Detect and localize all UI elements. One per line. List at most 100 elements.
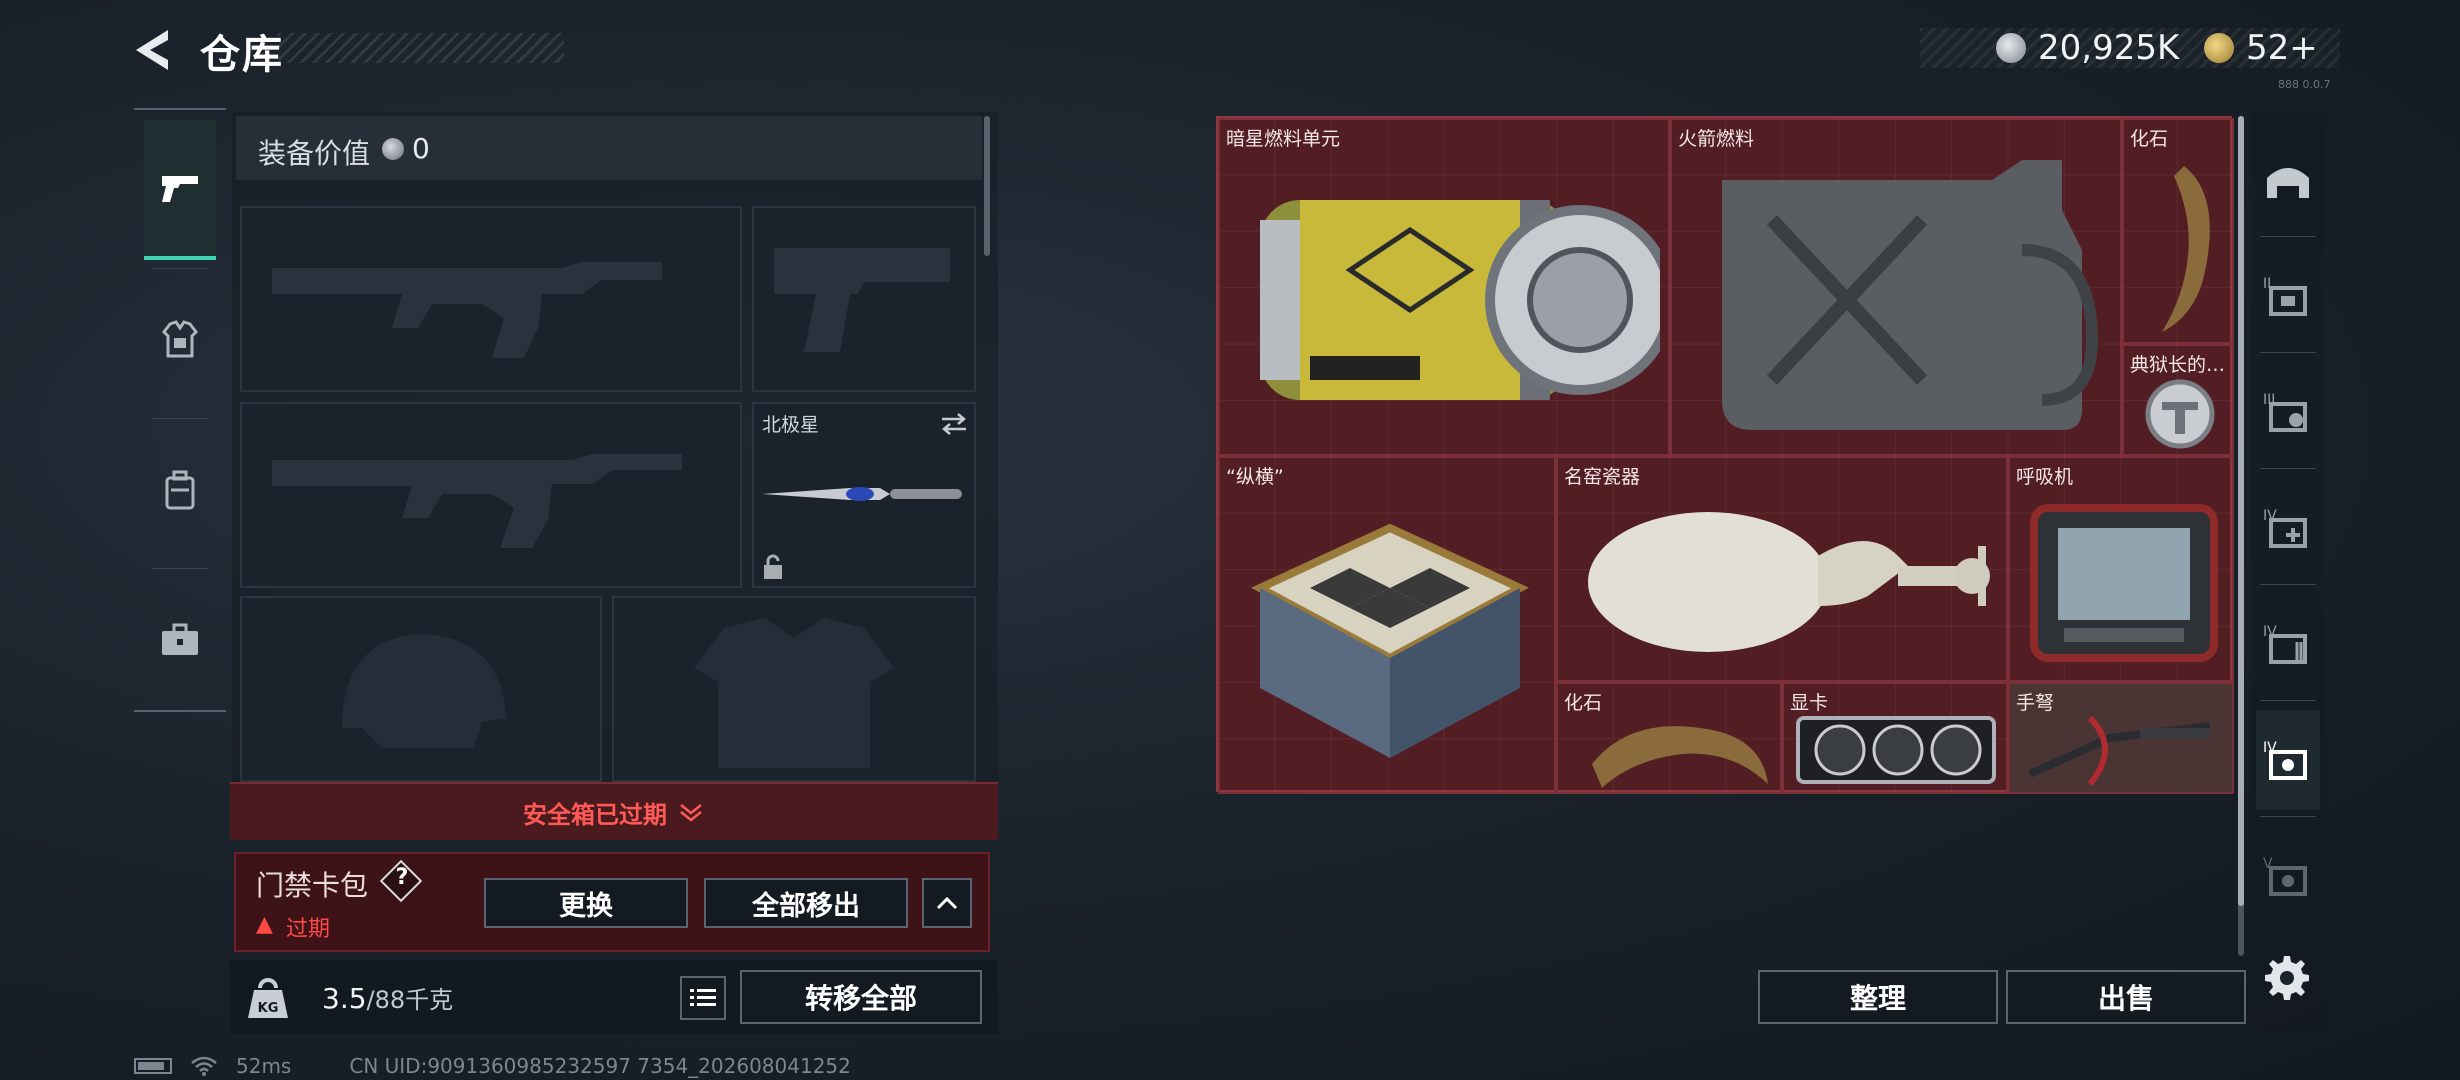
battery-icon: [134, 1058, 172, 1074]
tab-storage-3[interactable]: IV: [2256, 478, 2320, 578]
back-button[interactable]: [128, 26, 180, 74]
transfer-all-button[interactable]: 转移全部: [740, 970, 982, 1024]
backpack-icon: [165, 470, 195, 510]
back-arrow-icon: [136, 30, 168, 70]
storage-grid: 暗星燃料单元 火箭燃料 化石 典狱长的… “纵横” 名窑瓷器 呼吸机 化石 显卡…: [1216, 116, 2234, 794]
tab-storage-4[interactable]: IV: [2256, 594, 2320, 694]
storage-item[interactable]: 典狱长的…: [2122, 344, 2234, 456]
storage-box-icon: V: [2263, 856, 2307, 896]
storage-item[interactable]: 化石: [1556, 682, 1782, 794]
list-icon: [690, 989, 716, 1006]
item-label: 典狱长的…: [2130, 354, 2226, 376]
storage-add-icon: IV: [2263, 508, 2307, 548]
equipment-value-label: 装备价值: [258, 137, 371, 170]
uid-text: CN UID:9091360985232597 7354_20260804125…: [349, 1054, 851, 1078]
weight-icon: KG: [248, 978, 288, 1018]
sort-button[interactable]: 整理: [1758, 970, 1998, 1024]
jerrycan-icon: [1722, 160, 2099, 430]
tab-storage-1[interactable]: II: [2256, 246, 2320, 346]
fossil-claw-icon: [2162, 166, 2210, 332]
tab-cases[interactable]: [144, 570, 216, 710]
item-label: 名窑瓷器: [1564, 466, 1641, 488]
version-text: 888 0.0.7: [2278, 78, 2331, 91]
remove-all-button[interactable]: 全部移出: [704, 878, 908, 928]
silver-currency-value: 20,925K: [2038, 28, 2180, 68]
gold-currency-value[interactable]: 52+: [2246, 28, 2318, 68]
storage-box-icon: II: [2263, 276, 2307, 316]
storage-box-icon: IV: [2263, 740, 2307, 780]
wifi-icon: [191, 1056, 217, 1076]
card-pack-name: 门禁卡包: [256, 869, 369, 902]
safehouse-icon: [2267, 168, 2309, 198]
vest-icon: [162, 320, 198, 358]
pistol-silhouette-icon: [774, 248, 950, 352]
title-decoration: [278, 33, 564, 63]
primary-weapon-slot-2[interactable]: [240, 402, 742, 588]
storage-item[interactable]: 火箭燃料: [1670, 118, 2122, 456]
melee-item-label: 北极星: [762, 414, 820, 436]
safe-box-status: 安全箱已过期: [523, 800, 667, 829]
item-label: 呼吸机: [2016, 466, 2074, 488]
fuel-cell-icon: [1260, 200, 1660, 400]
help-icon: ?: [395, 865, 409, 890]
safe-box-expired-bar[interactable]: 安全箱已过期: [230, 782, 998, 840]
storage-item[interactable]: 呼吸机: [2008, 456, 2234, 682]
swap-icon[interactable]: [938, 412, 970, 436]
warning-icon: ▲: [256, 912, 273, 937]
storage-item[interactable]: 显卡: [1782, 682, 2008, 794]
gear-icon[interactable]: [2262, 952, 2312, 1002]
tab-backpack[interactable]: [144, 420, 216, 560]
storage-box-icon: III: [2263, 392, 2307, 432]
tab-armor[interactable]: [144, 270, 216, 410]
helmet-slot[interactable]: [240, 596, 602, 782]
storage-item[interactable]: 化石: [2122, 118, 2234, 344]
list-view-button[interactable]: [680, 976, 726, 1020]
tab-weapons[interactable]: [144, 120, 216, 260]
warden-badge-icon: [2145, 379, 2215, 449]
storage-item[interactable]: “纵横”: [1218, 456, 1556, 794]
storage-item[interactable]: 手弩: [2008, 682, 2234, 794]
helmet-silhouette-icon: [342, 634, 506, 748]
porcelain-vase-icon: [1588, 512, 1990, 652]
double-chevron-down-icon: [680, 804, 702, 822]
storage-item[interactable]: 暗星燃料单元: [1218, 118, 1670, 456]
chevron-up-icon: [936, 896, 958, 910]
knife-icon: [762, 487, 962, 501]
lock-icon: [764, 554, 782, 579]
replace-button[interactable]: 更换: [484, 878, 688, 928]
item-label: 暗星燃料单元: [1226, 128, 1341, 150]
weight-current: 3.5: [322, 982, 367, 1015]
storage-box-icon: IV: [2263, 624, 2307, 664]
item-label: 化石: [2130, 128, 2169, 150]
tab-storage-6[interactable]: V: [2256, 826, 2320, 926]
silver-coin-icon: [1996, 33, 2026, 63]
page-title: 仓库: [200, 32, 284, 78]
svg-text:KG: KG: [258, 1001, 279, 1016]
primary-weapon-slot-1[interactable]: [240, 206, 742, 392]
coin-icon: [382, 138, 404, 160]
ping-value: 52ms: [236, 1054, 292, 1078]
chess-set-icon: [1251, 523, 1529, 758]
pistol-icon: [162, 176, 198, 202]
collapse-button[interactable]: [922, 878, 972, 928]
hand-crossbow-icon: [2028, 715, 2211, 786]
equipment-scrollbar[interactable]: [984, 116, 990, 256]
fossil-claw-icon: [1592, 726, 1768, 788]
briefcase-icon: [162, 623, 198, 655]
storage-item[interactable]: 名窑瓷器: [1556, 456, 2008, 682]
category-tabs: [134, 108, 226, 712]
pistol-slot[interactable]: [752, 206, 976, 392]
tab-storage-2[interactable]: III: [2256, 362, 2320, 462]
graphics-card-icon: [1796, 716, 1996, 784]
melee-slot[interactable]: 北极星: [752, 402, 976, 588]
equipment-value: 0: [412, 132, 430, 165]
tab-storage-5-active[interactable]: IV: [2256, 710, 2320, 810]
sell-button[interactable]: 出售: [2006, 970, 2246, 1024]
gold-coin-icon: [2204, 33, 2234, 63]
storage-scrollbar-thumb[interactable]: [2238, 116, 2244, 906]
item-label: “纵横”: [1226, 466, 1284, 488]
body-armor-slot[interactable]: [612, 596, 976, 782]
weight-value: 3.5/88千克: [322, 980, 453, 1015]
tab-storage-home[interactable]: [2256, 130, 2320, 230]
vest-silhouette-icon: [694, 618, 894, 768]
